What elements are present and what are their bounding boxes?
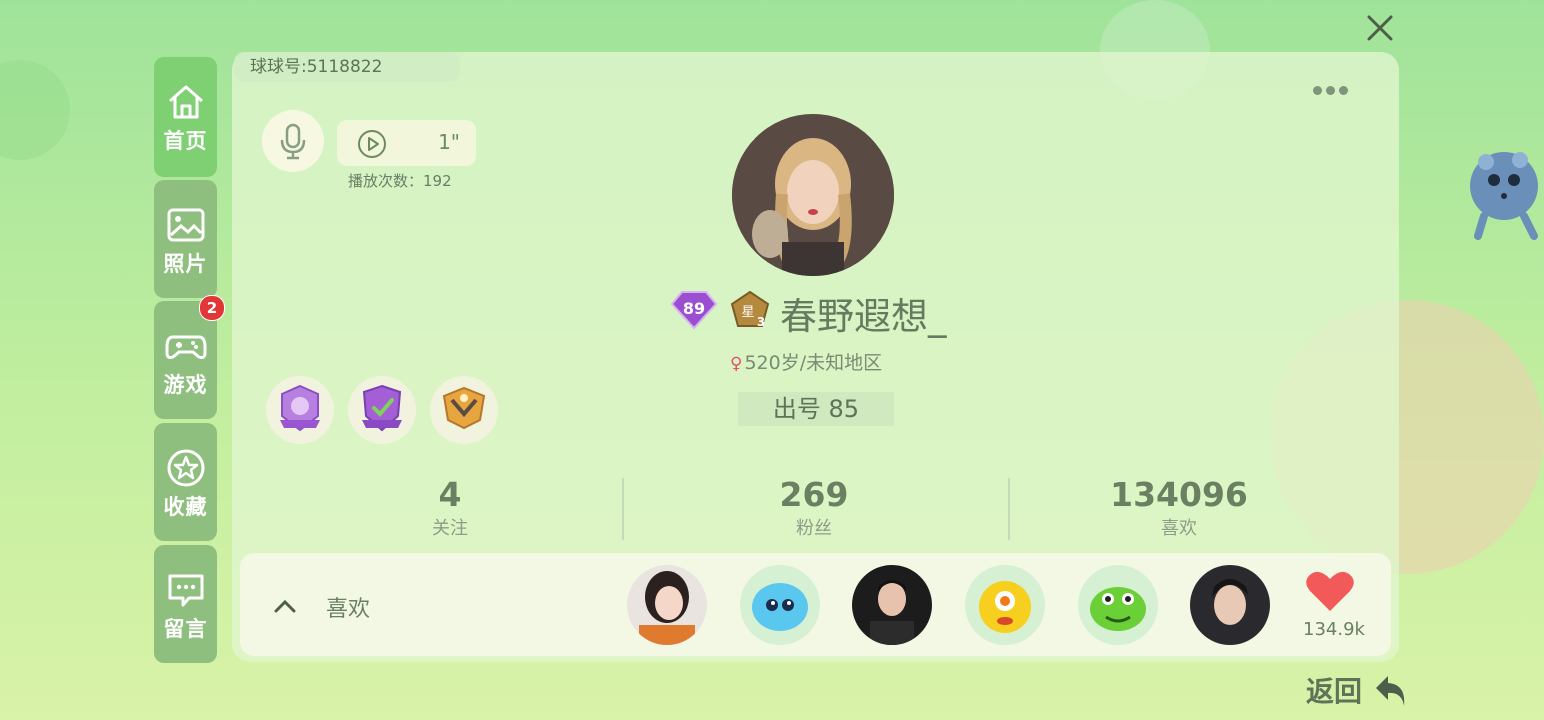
close-button[interactable]: [1360, 8, 1400, 48]
voice-play-count: 播放次数：192: [348, 172, 452, 190]
divider: [1008, 478, 1010, 540]
play-icon: [358, 130, 386, 158]
sidebar-item-label: 留言: [163, 617, 208, 641]
stats-row: 4 关注 269 粉丝 134096 喜欢: [324, 476, 1364, 546]
floating-mascot: [1464, 136, 1544, 246]
likes-total: 134.9k: [1303, 619, 1365, 640]
liker-photo: [852, 565, 932, 645]
profile-card: 球球号:5118822 1" 播放次数：192 89 星 3 春野遐想_ ♀ 5…: [232, 52, 1399, 662]
voice-intro-player[interactable]: 1": [337, 120, 476, 166]
close-icon: [1367, 15, 1393, 41]
nickname: 春野遐想_: [780, 295, 947, 338]
purple-medal-icon: [280, 384, 320, 432]
more-icon: [1326, 86, 1335, 95]
yellow-monster-avatar: [965, 565, 1045, 645]
microphone-icon: [280, 123, 306, 160]
followers-count: 269: [779, 475, 849, 514]
likes-stat-label: 喜欢: [1161, 518, 1197, 539]
star-rank-value: 3: [757, 315, 765, 329]
following-label: 关注: [432, 518, 468, 539]
star-rank-badge[interactable]: 星 3: [730, 290, 770, 330]
sidebar-item-home[interactable]: 首页: [154, 57, 217, 177]
followers-stat[interactable]: 269 粉丝: [684, 476, 944, 540]
sidebar-item-label: 照片: [163, 252, 208, 276]
chevron-up-icon: [274, 599, 296, 613]
more-options-button[interactable]: [1313, 80, 1359, 95]
divider: [622, 478, 624, 540]
notification-badge: 2: [199, 295, 225, 321]
back-label: 返回: [1306, 675, 1363, 708]
blue-monster-avatar: [740, 565, 820, 645]
record-voice-button[interactable]: [262, 110, 324, 172]
likes-count: 134096: [1110, 475, 1248, 514]
medal-badge[interactable]: [430, 376, 498, 444]
level-value: 89: [683, 299, 705, 318]
liker-avatar[interactable]: [740, 565, 820, 645]
heart-icon: [1306, 571, 1354, 611]
more-icon: [1313, 86, 1322, 95]
age-location-text: 520岁/未知地区: [744, 352, 883, 374]
sidebar-item-messages[interactable]: 留言: [154, 545, 217, 663]
svg-text:星: 星: [741, 305, 754, 320]
sidebar-item-games[interactable]: 2 游戏: [154, 295, 225, 419]
liker-photo: [627, 565, 707, 645]
sidebar-item-label: 首页: [163, 129, 208, 153]
message-icon: [168, 574, 203, 607]
sidebar-item-photos[interactable]: 照片: [154, 180, 217, 298]
liker-avatar[interactable]: [965, 565, 1045, 645]
sidebar-item-favorites[interactable]: 收藏: [154, 423, 217, 541]
liker-avatar[interactable]: [852, 565, 932, 645]
sidebar-item-label: 游戏: [163, 373, 208, 397]
likes-stat[interactable]: 134096 喜欢: [1049, 476, 1309, 540]
diamond-level-icon: 89: [670, 291, 718, 330]
age-location: ♀ 520岁/未知地区: [730, 348, 882, 375]
female-icon: ♀: [730, 354, 743, 374]
photo-icon: [167, 208, 204, 242]
following-count: 4: [438, 475, 462, 514]
voice-duration: 1": [438, 130, 460, 154]
medal-badge[interactable]: [348, 376, 416, 444]
likes-bar: 喜欢 134.9k: [240, 553, 1391, 656]
level-badge[interactable]: 89: [670, 290, 718, 330]
green-monster-avatar: [1078, 565, 1158, 645]
gamepad-icon: [165, 335, 206, 359]
more-icon: [1339, 86, 1348, 95]
star-icon: [167, 449, 204, 487]
user-id: 球球号:5118822: [234, 52, 460, 82]
following-stat[interactable]: 4 关注: [320, 476, 580, 540]
liker-avatar[interactable]: [627, 565, 707, 645]
liker-avatar[interactable]: [1078, 565, 1158, 645]
expand-likes-button[interactable]: [270, 591, 300, 621]
chuhao-label: 出号 85: [738, 392, 894, 426]
liker-avatar[interactable]: [1190, 565, 1270, 645]
likes-label: 喜欢: [326, 597, 371, 622]
followers-label: 粉丝: [796, 518, 832, 539]
star-rank-icon: 星 3: [730, 290, 770, 329]
shield-medal-icon: [362, 384, 402, 432]
return-arrow-icon: [1376, 676, 1405, 706]
medal-badge[interactable]: [266, 376, 334, 444]
avatar-photo: [732, 114, 894, 276]
liker-photo: [1190, 565, 1270, 645]
home-icon: [168, 85, 203, 119]
back-button[interactable]: 返回: [1304, 668, 1414, 712]
avatar[interactable]: [732, 114, 894, 276]
sidebar-item-label: 收藏: [163, 495, 208, 519]
bokeh-decoration: [0, 60, 70, 160]
gold-medal-icon: [442, 386, 486, 430]
